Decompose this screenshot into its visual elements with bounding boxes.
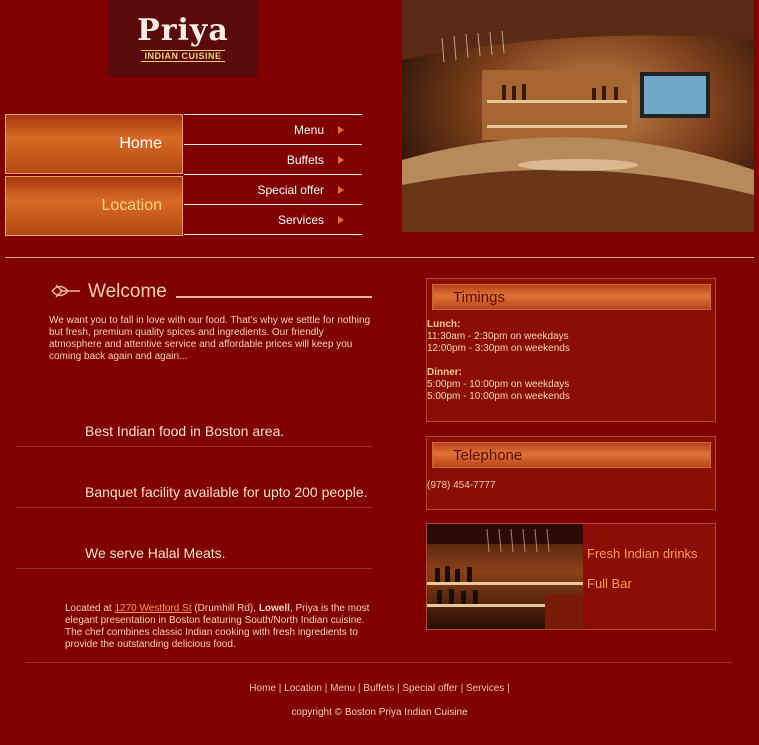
lunch-label: Lunch: xyxy=(427,319,461,330)
welcome-text: We want you to fall in love with our foo… xyxy=(49,315,371,362)
footer-link-menu[interactable]: Menu xyxy=(330,683,355,694)
telephone-number: (978) 454-7777 xyxy=(427,480,496,491)
nav-item-buffets[interactable]: Buffets xyxy=(184,145,362,175)
logo[interactable]: Priya INDIAN CUISINE xyxy=(108,0,258,77)
nav-item-menu[interactable]: Menu xyxy=(184,114,362,145)
telephone-panel: Telephone (978) 454-7777 xyxy=(426,436,716,510)
timings-title: Timings xyxy=(432,284,711,310)
location-city: Lowell xyxy=(258,603,290,614)
logo-subtitle: INDIAN CUISINE xyxy=(141,49,225,62)
menu-arrow-icon xyxy=(338,185,344,194)
bar-shelf-photo xyxy=(427,524,583,629)
dinner-weekends: 5:00pm - 10:00pm on weekends xyxy=(427,391,570,402)
feature-item: Best Indian food in Boston area. xyxy=(16,423,372,447)
drinks-panel: Fresh Indian drinks Full Bar xyxy=(426,523,716,630)
location-description: Located at 1270 Westford St (Drumhill Rd… xyxy=(65,603,377,651)
logo-name: Priya xyxy=(137,12,229,48)
nav-item-label: Buffets xyxy=(286,152,324,167)
dinner-label: Dinner: xyxy=(427,367,462,378)
footer-divider xyxy=(26,662,732,663)
drinks-line-1: Fresh Indian drinks xyxy=(587,546,698,561)
feature-item: We serve Halal Meats. xyxy=(16,545,372,569)
copyright: copyright © Boston Priya Indian Cuisine xyxy=(291,707,468,718)
menu-arrow-icon xyxy=(338,125,344,134)
address-link[interactable]: 1270 Westford St xyxy=(114,603,191,614)
nav-item-services[interactable]: Services xyxy=(184,205,362,235)
telephone-title: Telephone xyxy=(432,442,711,468)
footer-link-location[interactable]: Location xyxy=(284,683,322,694)
timings-panel: Timings Lunch: 11:30am - 2:30pm on weekd… xyxy=(426,278,716,422)
nav-item-label: Special offer xyxy=(257,182,325,197)
page: Priya INDIAN CUISINE Home Location Menu … xyxy=(0,0,759,745)
footer-nav: Home | Location | Menu | Buffets | Speci… xyxy=(249,683,510,694)
nav-item-label: Services xyxy=(277,212,324,227)
menu-arrow-icon xyxy=(338,155,344,164)
nav-item-label: Menu xyxy=(293,122,324,137)
footer-link-buffets[interactable]: Buffets xyxy=(363,683,394,694)
footer-link-home[interactable]: Home xyxy=(249,683,276,694)
header-divider xyxy=(5,257,754,258)
footer-link-services[interactable]: Services xyxy=(466,683,504,694)
dinner-weekdays: 5:00pm - 10:00pm on weekdays xyxy=(427,379,570,390)
bar-interior-photo xyxy=(402,0,754,232)
lunch-weekdays: 11:30am - 2:30pm on weekdays xyxy=(427,331,569,342)
timings-body: Lunch: 11:30am - 2:30pm on weekdays 12:0… xyxy=(427,319,715,403)
footer-link-special-offer[interactable]: Special offer xyxy=(402,683,457,694)
drinks-line-2: Full Bar xyxy=(587,576,632,591)
nav-menu: Menu Buffets Special offer Services xyxy=(184,114,362,235)
nav-location-button[interactable]: Location xyxy=(5,176,183,236)
feature-item: Banquet facility available for upto 200 … xyxy=(16,484,372,508)
lunch-weekends: 12:00pm - 3:30pm on weekends xyxy=(427,343,570,354)
nav-home-button[interactable]: Home xyxy=(5,114,183,174)
location-mid: (Drumhill Rd), xyxy=(191,603,259,614)
location-prefix: Located at xyxy=(65,603,115,614)
ornament-icon xyxy=(51,284,80,298)
menu-arrow-icon xyxy=(338,215,344,224)
welcome-title: Welcome xyxy=(88,281,167,302)
welcome-underline xyxy=(176,296,372,298)
nav-item-special-offer[interactable]: Special offer xyxy=(184,175,362,205)
